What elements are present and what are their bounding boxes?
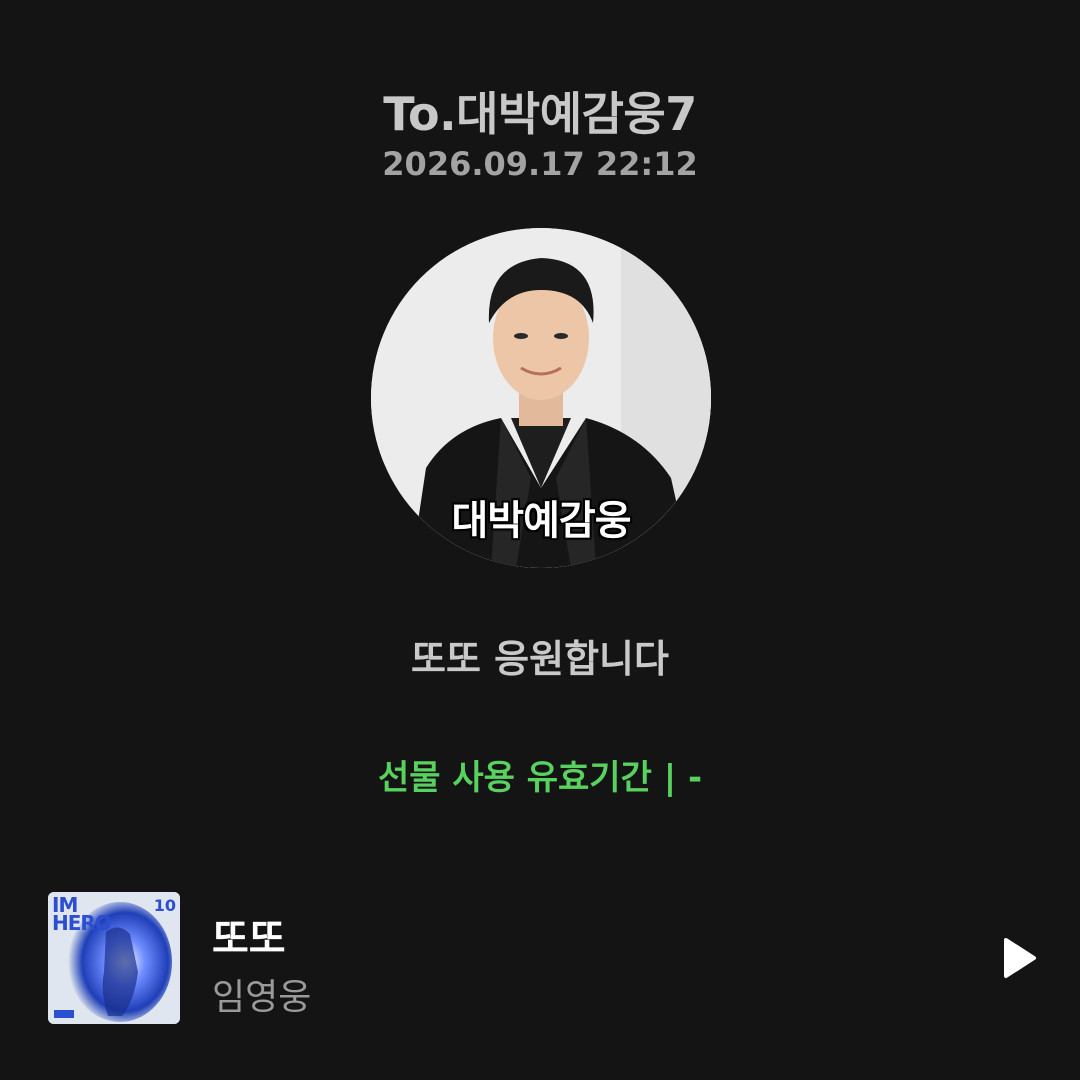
play-icon [1004,938,1036,978]
recipient-title: To.대박예감웅7 [383,87,697,141]
play-button[interactable] [996,936,1040,980]
album-art-title: IM HERO [52,893,112,935]
profile-caption: 대박예감웅 [451,498,632,544]
gift-timestamp: 2026.09.17 22:12 [382,145,698,183]
gift-validity-period: 선물 사용 유효기간 | - [377,758,703,798]
track-title: 또또 [212,916,286,962]
album-art: IM HERO 10 [48,892,180,1024]
gift-message: 또또 응원합니다 [411,637,669,681]
profile-image: 대박예감웅 [371,228,711,568]
track-row[interactable]: IM HERO 10 또또 임영웅 [48,892,1048,1024]
track-artist: 임영웅 [212,977,312,1018]
album-art-number: 10 [153,896,176,915]
